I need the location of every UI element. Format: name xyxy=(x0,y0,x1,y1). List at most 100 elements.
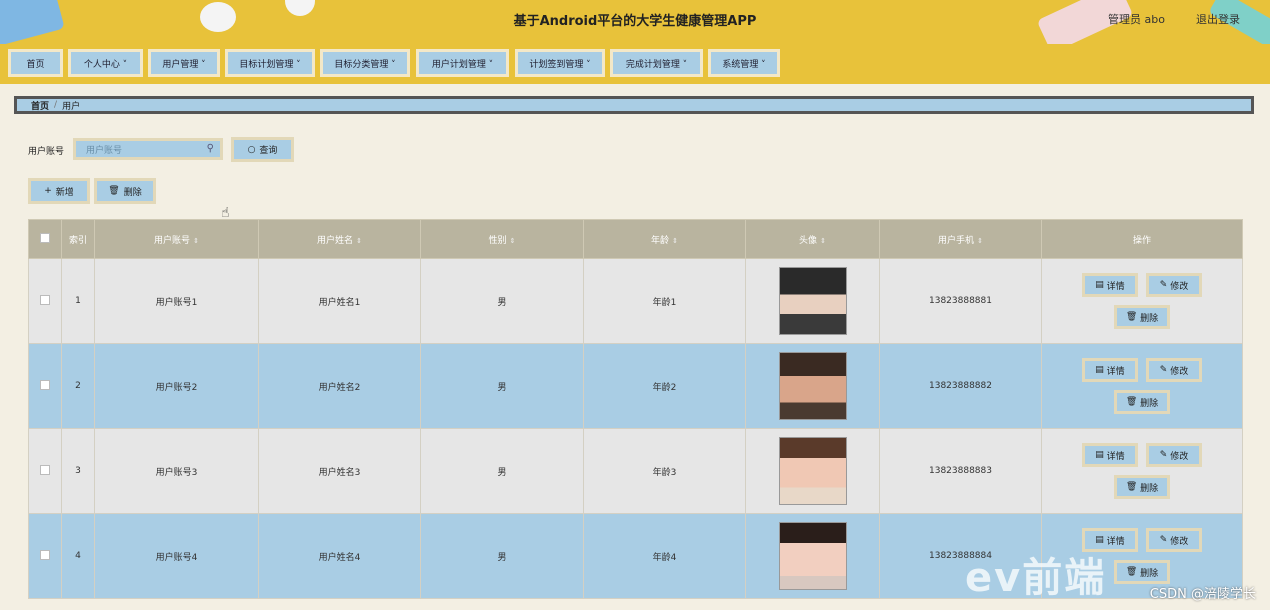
sort-icon[interactable]: ⇕ xyxy=(977,237,983,245)
cell-age: 年龄2 xyxy=(583,343,746,429)
column-header-label: 用户手机 xyxy=(938,235,975,246)
column-header-phone[interactable]: 用户手机 ⇕ xyxy=(879,219,1042,259)
column-header-account[interactable]: 用户账号 ⇕ xyxy=(94,219,259,259)
edit-button[interactable]: ✎ 修改 xyxy=(1146,273,1202,297)
document-icon: ▤ xyxy=(1095,365,1107,375)
cell-age: 年龄1 xyxy=(583,258,746,344)
row-checkbox[interactable] xyxy=(40,379,50,390)
cell-name: 用户姓名1 xyxy=(258,258,421,344)
app-title: 基于Android平台的大学生健康管理APP xyxy=(513,14,757,29)
cell-gender: 男 xyxy=(420,428,584,514)
cell-name: 用户姓名3 xyxy=(258,428,421,514)
cell-phone: 13823888882 xyxy=(879,343,1042,429)
row-checkbox[interactable] xyxy=(40,549,50,560)
trash-icon: 🗑 xyxy=(108,186,120,196)
detail-button-label: 详情 xyxy=(1106,536,1125,547)
cell-gender: 男 xyxy=(420,258,584,344)
main-nav: 首页 个人中心 ˅ 用户管理 ˅ 目标计划管理 ˅ 目标分类管理 ˅ 用户计划管… xyxy=(0,44,1270,84)
table-header-row: 索引 用户账号 ⇕ 用户姓名 ⇕ 性别 ⇕ 年龄 ⇕ 头像 ⇕ 用户手机 ⇕ 操作 xyxy=(28,219,1243,259)
cell-phone: 13823888883 xyxy=(879,428,1042,514)
pencil-icon: ✎ xyxy=(1159,365,1171,375)
cell-actions: ▤ 详情 ✎ 修改 🗑 删除 xyxy=(1041,428,1243,514)
cell-account: 用户账号2 xyxy=(94,343,259,429)
breadcrumb-current: 用户 xyxy=(62,101,81,112)
delete-button[interactable]: 🗑 删除 xyxy=(1114,560,1170,584)
sort-icon[interactable]: ⇕ xyxy=(820,237,826,245)
add-button[interactable]: + 新增 xyxy=(28,178,90,204)
breadcrumb-separator: / xyxy=(54,100,58,110)
row-checkbox[interactable] xyxy=(40,464,50,475)
cell-index: 1 xyxy=(61,258,95,344)
cell-name: 用户姓名2 xyxy=(258,343,421,429)
cell-actions: ▤ 详情 ✎ 修改 🗑 删除 xyxy=(1041,343,1243,429)
cell-index: 3 xyxy=(61,428,95,514)
column-header-actions: 操作 xyxy=(1041,219,1243,259)
column-header-label: 头像 xyxy=(799,235,818,246)
document-icon: ▤ xyxy=(1095,450,1107,460)
pencil-icon: ✎ xyxy=(1159,450,1171,460)
column-header-gender[interactable]: 性别 ⇕ xyxy=(420,219,584,259)
edit-button[interactable]: ✎ 修改 xyxy=(1146,443,1202,467)
nav-system-management[interactable]: 系统管理 ˅ xyxy=(708,49,780,77)
breadcrumb-home[interactable]: 首页 xyxy=(31,99,49,112)
document-icon: ▤ xyxy=(1095,535,1107,545)
admin-user-label: 管理员 abo xyxy=(1108,13,1165,26)
detail-button[interactable]: ▤ 详情 xyxy=(1082,273,1138,297)
avatar xyxy=(778,267,847,335)
query-button[interactable]: ○ 查询 xyxy=(231,137,294,162)
column-header-age[interactable]: 年龄 ⇕ xyxy=(583,219,746,259)
row-checkbox-cell xyxy=(28,258,62,344)
edit-button[interactable]: ✎ 修改 xyxy=(1146,528,1202,552)
nav-completed-plan-management[interactable]: 完成计划管理 ˅ xyxy=(610,49,703,77)
sort-icon[interactable]: ⇕ xyxy=(356,237,362,245)
select-all-checkbox[interactable] xyxy=(40,232,50,243)
column-header-avatar[interactable]: 头像 ⇕ xyxy=(745,219,880,259)
cell-index: 4 xyxy=(61,513,95,599)
search-label: 用户账号 xyxy=(28,147,65,157)
batch-delete-button-label: 删除 xyxy=(123,187,142,198)
cell-age: 年龄4 xyxy=(583,513,746,599)
delete-button[interactable]: 🗑 删除 xyxy=(1114,475,1170,499)
nav-personal-center[interactable]: 个人中心 ˅ xyxy=(68,49,143,77)
cell-account: 用户账号1 xyxy=(94,258,259,344)
column-header-label: 年龄 xyxy=(651,235,670,246)
edit-button[interactable]: ✎ 修改 xyxy=(1146,358,1202,382)
batch-delete-button[interactable]: 🗑 删除 xyxy=(94,178,156,204)
edit-button-label: 修改 xyxy=(1170,451,1189,462)
cell-gender: 男 xyxy=(420,343,584,429)
nav-user-plan-management[interactable]: 用户计划管理 ˅ xyxy=(416,49,509,77)
avatar xyxy=(778,352,847,420)
nav-target-plan-management[interactable]: 目标计划管理 ˅ xyxy=(225,49,315,77)
user-table: 索引 用户账号 ⇕ 用户姓名 ⇕ 性别 ⇕ 年龄 ⇕ 头像 ⇕ 用户手机 ⇕ 操作 1 用户… xyxy=(28,219,1243,599)
delete-button-label: 删除 xyxy=(1140,398,1159,409)
delete-button[interactable]: 🗑 删除 xyxy=(1114,390,1170,414)
column-header-index: 索引 xyxy=(61,219,95,259)
sort-icon[interactable]: ⇕ xyxy=(193,237,199,245)
detail-button-label: 详情 xyxy=(1106,366,1125,377)
detail-button[interactable]: ▤ 详情 xyxy=(1082,358,1138,382)
cell-gender: 男 xyxy=(420,513,584,599)
avatar xyxy=(778,522,847,590)
delete-button-label: 删除 xyxy=(1140,568,1159,579)
trash-icon: 🗑 xyxy=(1125,482,1141,492)
breadcrumb: 首页 / 用户 xyxy=(14,96,1254,114)
search-icon: ○ xyxy=(247,144,256,155)
delete-button[interactable]: 🗑 删除 xyxy=(1114,305,1170,329)
column-header-name[interactable]: 用户姓名 ⇕ xyxy=(258,219,421,259)
detail-button[interactable]: ▤ 详情 xyxy=(1082,443,1138,467)
table-row: 1 用户账号1 用户姓名1 男 年龄1 13823888881 ▤ 详情 ✎ 修… xyxy=(28,258,1243,344)
row-checkbox[interactable] xyxy=(40,294,50,305)
search-placeholder: 用户账号 xyxy=(86,145,123,156)
sort-icon[interactable]: ⇕ xyxy=(510,237,516,245)
brand-watermark: ev前端 xyxy=(965,555,1107,601)
search-input[interactable]: 用户账号 ⚲ xyxy=(73,138,223,160)
nav-target-category-management[interactable]: 目标分类管理 ˅ xyxy=(320,49,410,77)
nav-user-management[interactable]: 用户管理 ˅ xyxy=(148,49,220,77)
detail-button-label: 详情 xyxy=(1106,281,1125,292)
nav-plan-checkin-management[interactable]: 计划签到管理 ˅ xyxy=(515,49,605,77)
edit-button-label: 修改 xyxy=(1170,281,1189,292)
cell-age: 年龄3 xyxy=(583,428,746,514)
sort-icon[interactable]: ⇕ xyxy=(672,237,678,245)
logout-link[interactable]: 退出登录 xyxy=(1196,11,1240,27)
nav-home[interactable]: 首页 xyxy=(8,49,63,77)
